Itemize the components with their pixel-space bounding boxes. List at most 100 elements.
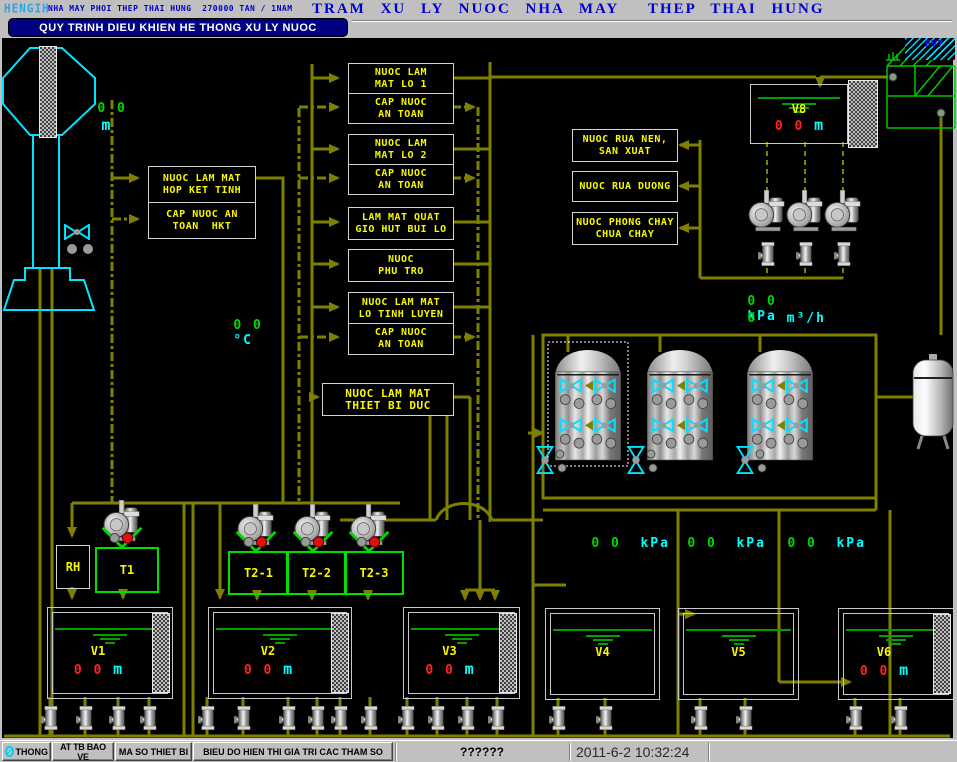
tank-level: 0 0 m bbox=[48, 660, 148, 678]
tank-v8[interactable]: V8 0 0 m bbox=[750, 84, 848, 144]
box-line: CAP NUOC bbox=[375, 168, 427, 180]
box-line: NUOC LAM MAT bbox=[362, 297, 440, 309]
tank-label: V3 bbox=[404, 644, 495, 658]
t2-3-hopper[interactable]: T2-3 bbox=[344, 551, 404, 595]
status-divider bbox=[569, 743, 571, 761]
waterline bbox=[758, 97, 840, 99]
box-cap-nuoc-an-toan-lo1[interactable]: CAP NUOC AN TOAN bbox=[348, 93, 454, 124]
system-button[interactable]: THONG bbox=[2, 742, 51, 761]
waterline bbox=[216, 628, 344, 630]
rh-unit[interactable]: RH bbox=[56, 545, 90, 589]
level-unit: m bbox=[465, 660, 474, 678]
level-indicator bbox=[933, 614, 951, 694]
box-line: SAN XUAT bbox=[599, 146, 651, 158]
t1-label: T1 bbox=[120, 563, 134, 577]
plant-subtitle: NHA MAY PHOI THEP THAI HUNG 270000 TAN /… bbox=[48, 4, 293, 13]
box-line: PHU TRO bbox=[378, 266, 424, 278]
box-lam-mat-quat-gio[interactable]: LAM MAT QUAT GIO HUT BUI LO bbox=[348, 207, 454, 240]
box-cap-nuoc-an-toan-hkt[interactable]: CAP NUOC AN TOAN HKT bbox=[148, 202, 256, 239]
tank-v5[interactable]: V5 bbox=[678, 608, 799, 700]
t1-hopper[interactable]: T1 bbox=[95, 547, 159, 593]
page-title: TRAM XU LY NUOC NHA MAY THEP THAI HUNG bbox=[312, 1, 825, 18]
v8-level-indicator bbox=[848, 80, 878, 148]
rh-label: RH bbox=[66, 560, 80, 574]
status-message: ?????? bbox=[397, 742, 567, 761]
pressure-unit: kPa bbox=[836, 536, 865, 551]
level-value: 0 0 bbox=[860, 664, 889, 679]
t2-2-hopper[interactable]: T2-2 bbox=[286, 551, 347, 595]
box-nuoc-lam-mat-lo-1[interactable]: NUOC LAM MAT LO 1 bbox=[348, 63, 454, 95]
tank-v6[interactable]: V6 0 0 m bbox=[838, 608, 954, 700]
box-line: CAP NUOC bbox=[375, 327, 427, 339]
level-indicator bbox=[499, 613, 517, 693]
box-line: NUOC bbox=[388, 254, 414, 266]
system-icon bbox=[5, 746, 14, 757]
box-line: AN TOAN bbox=[378, 339, 424, 351]
tank-v4[interactable]: V4 bbox=[545, 608, 660, 700]
temperature-value: 0 0 bbox=[233, 318, 262, 333]
box-cap-nuoc-an-toan-lo2[interactable]: CAP NUOC AN TOAN bbox=[348, 164, 454, 195]
level-value: 0 0 bbox=[425, 663, 454, 678]
flow-unit: m³/h bbox=[787, 311, 826, 326]
screen-banner-button[interactable]: QUY TRINH DIEU KHIEN HE THONG XU LY NUOC bbox=[8, 18, 348, 37]
pressure-value: 0 0 bbox=[687, 536, 716, 551]
box-line: LAM MAT QUAT bbox=[362, 212, 440, 224]
box-nuoc-phong-chay[interactable]: NUOC PHONG CHAY CHUA CHAY bbox=[572, 212, 678, 245]
box-line: MAT LO 1 bbox=[375, 79, 427, 91]
level-value: 0 0 bbox=[74, 663, 103, 678]
box-line: NUOC PHONG CHAY bbox=[576, 217, 674, 229]
box-nuoc-rua-duong[interactable]: NUOC RUA DUONG bbox=[572, 171, 678, 202]
box-line: TOAN HKT bbox=[173, 221, 232, 233]
status-bar: THONG AT TB BAO VE MA SO THIET BI BIEU D… bbox=[0, 740, 957, 762]
level-value: 0 0 bbox=[775, 119, 804, 134]
tank-v1[interactable]: V1 0 0 m bbox=[47, 607, 173, 699]
tank-label: V6 bbox=[839, 645, 929, 659]
level-unit: m bbox=[113, 660, 122, 678]
box-nuoc-lam-mat-hop-ket-tinh[interactable]: NUOC LAM MAT HOP KET TINH bbox=[148, 166, 256, 204]
protection-button[interactable]: AT TB BAO VE bbox=[52, 742, 114, 761]
tank-label: V1 bbox=[48, 644, 148, 658]
waterline bbox=[411, 628, 512, 630]
box-line: NUOC LAM bbox=[375, 138, 427, 150]
scada-window: HENGIH NHA MAY PHOI THEP THAI HUNG 27000… bbox=[0, 0, 957, 762]
tank-level: 0 0 m bbox=[839, 661, 929, 679]
box-cap-nuoc-an-toan-tinh-luyen[interactable]: CAP NUOC AN TOAN bbox=[348, 323, 454, 355]
waterline bbox=[553, 629, 652, 631]
tank-v2[interactable]: V2 0 0 m bbox=[208, 607, 352, 699]
pressure-value: 0 0 bbox=[787, 536, 816, 551]
waterline bbox=[846, 629, 946, 631]
box-line: AN TOAN bbox=[378, 109, 424, 121]
level-value: 0 0 bbox=[244, 663, 273, 678]
t2-3-label: T2-3 bbox=[360, 566, 389, 580]
clock: 2011-6-2 10:32:24 bbox=[576, 742, 706, 761]
trend-chart-button-label: BIEU DO HIEN THI GIA TRI CAC THAM SO bbox=[203, 747, 383, 757]
system-button-label: THONG bbox=[16, 747, 49, 757]
protection-button-label: AT TB BAO VE bbox=[55, 742, 111, 762]
box-nuoc-lam-mat-thiet-bi-duc[interactable]: NUOC LAM MAT THIET BI DUC bbox=[322, 383, 454, 416]
box-nuoc-rua-nen[interactable]: NUOC RUA NEN, SAN XUAT bbox=[572, 129, 678, 162]
level-unit: m bbox=[899, 661, 908, 679]
box-line: NUOC RUA DUONG bbox=[579, 181, 670, 193]
tank-v3[interactable]: V3 0 0 m bbox=[403, 607, 520, 699]
level-indicator bbox=[331, 613, 349, 693]
tank-label: V2 bbox=[209, 644, 327, 658]
t2-1-hopper[interactable]: T2-1 bbox=[228, 551, 289, 595]
box-line: CHUA CHAY bbox=[596, 229, 655, 241]
box-line: GIO HUT BUI LO bbox=[355, 224, 446, 236]
box-line: HOP KET TINH bbox=[163, 185, 241, 197]
box-nuoc-phu-tro[interactable]: NUOC PHU TRO bbox=[348, 249, 454, 282]
box-nuoc-lam-mat-lo-2[interactable]: NUOC LAM MAT LO 2 bbox=[348, 134, 454, 166]
pump-flow-readout: 0 m³/h bbox=[708, 296, 826, 341]
t2-1-label: T2-1 bbox=[244, 566, 273, 580]
device-code-button[interactable]: MA SO THIET BI bbox=[115, 742, 192, 761]
box-nuoc-lam-mat-lo-tinh-luyen[interactable]: NUOC LAM MAT LO TINH LUYEN bbox=[348, 292, 454, 325]
tank-level: 0 0 m bbox=[209, 660, 327, 678]
box-line: AN TOAN bbox=[378, 180, 424, 192]
temperature-unit: °C bbox=[233, 333, 253, 348]
waterline bbox=[686, 629, 791, 631]
level-unit: m bbox=[814, 116, 823, 134]
temperature-readout: 0 0 °C bbox=[194, 303, 263, 363]
box-line: NUOC LAM MAT bbox=[163, 173, 241, 185]
trend-chart-button[interactable]: BIEU DO HIEN THI GIA TRI CAC THAM SO bbox=[193, 742, 393, 761]
tower-level-indicator bbox=[39, 46, 57, 138]
